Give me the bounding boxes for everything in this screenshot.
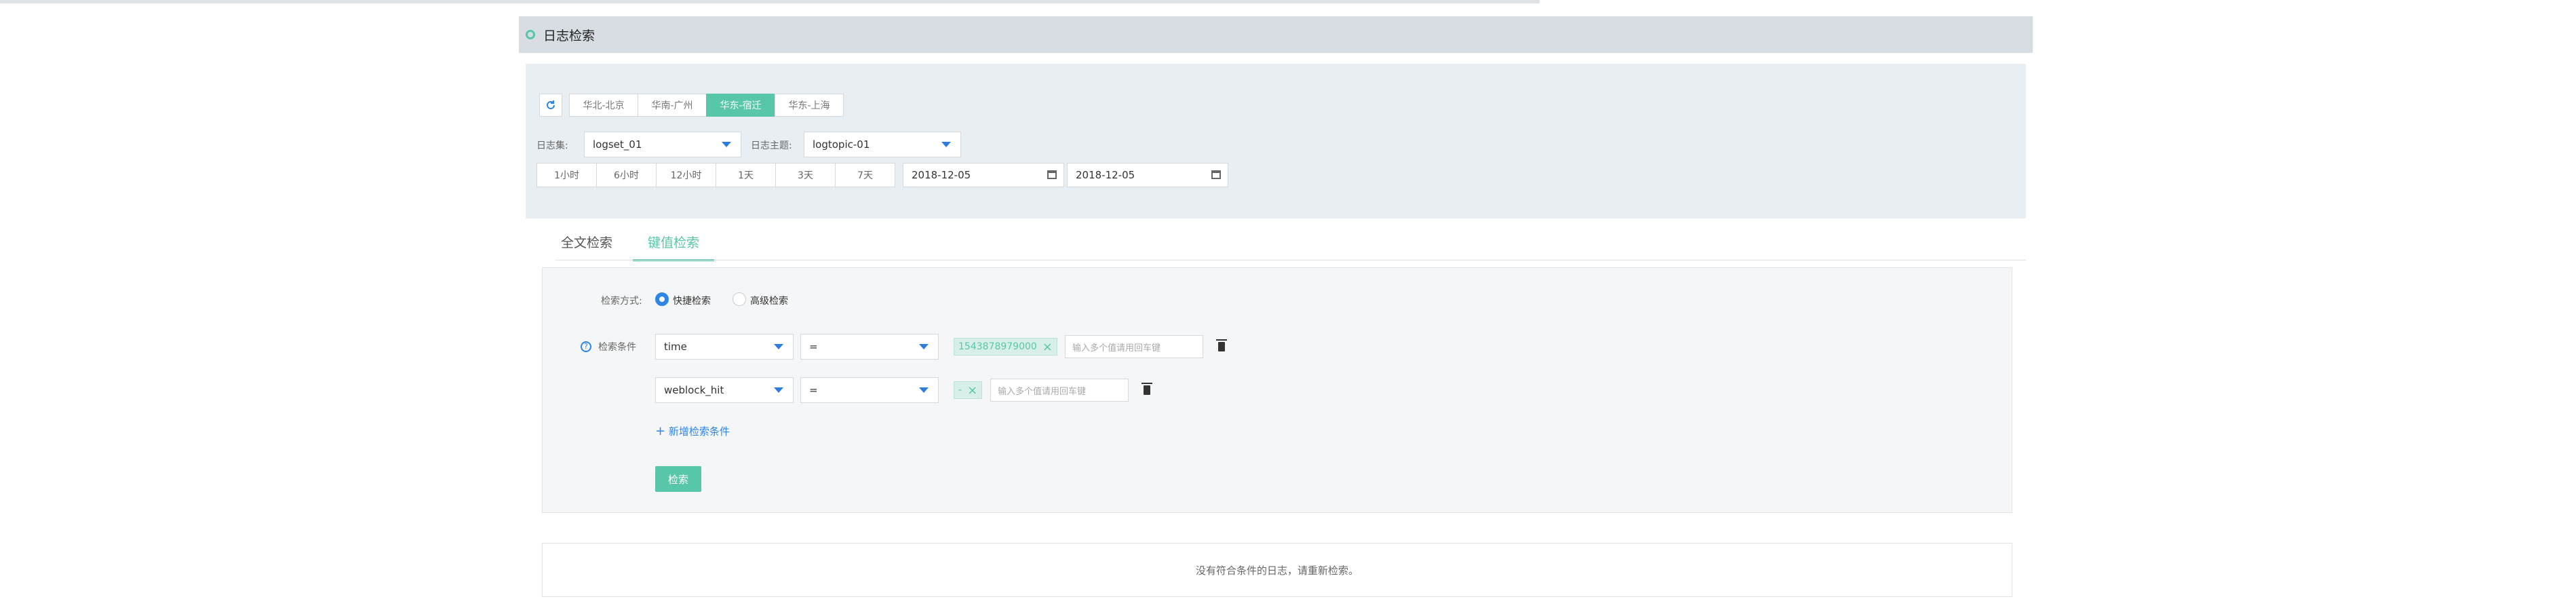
condition-2-value: - (958, 385, 962, 396)
condition-2-placeholder: 输入多个值请用回车键 (998, 386, 1087, 397)
calendar-icon (1211, 170, 1221, 179)
condition-2-operator-select[interactable]: = (800, 377, 939, 403)
title-circle-icon (526, 30, 535, 39)
help-icon[interactable]: ? (581, 341, 591, 352)
close-icon[interactable]: × (1042, 340, 1053, 354)
query-panel: 检索方式: 快捷检索 高级检索 ? 检索条件 time = 1543878979… (542, 267, 2012, 513)
condition-1-value-chip: 1543878979000 × (954, 338, 1057, 356)
delete-condition-2-icon[interactable] (1141, 383, 1152, 395)
refresh-button[interactable] (539, 94, 562, 117)
delete-condition-1-icon[interactable] (1216, 339, 1227, 351)
calendar-icon (1047, 170, 1057, 179)
region-tab-suqian[interactable]: 华东-宿迁 (706, 94, 775, 117)
start-date-field[interactable]: 2018-12-05 (903, 163, 1064, 187)
tab-fulltext-search[interactable]: 全文检索 (561, 227, 621, 259)
time-range-12h[interactable]: 12小时 (656, 163, 716, 187)
time-range-1h[interactable]: 1小时 (536, 163, 597, 187)
condition-label: 检索条件 (598, 342, 636, 353)
logset-label: 日志集: (536, 140, 568, 151)
search-button[interactable]: 检索 (655, 466, 701, 492)
condition-2-value-chip: - × (954, 381, 983, 399)
tab-keyvalue-search[interactable]: 键值检索 (633, 227, 714, 261)
condition-2-operator: = (809, 384, 818, 396)
add-condition-label: 新增检索条件 (668, 425, 730, 438)
region-tab-beijing[interactable]: 华北-北京 (569, 94, 638, 117)
logset-select[interactable]: logset_01 (584, 132, 741, 157)
region-tab-guangzhou[interactable]: 华南-广州 (638, 94, 707, 117)
logtopic-value: logtopic-01 (813, 138, 870, 151)
end-date-field[interactable]: 2018-12-05 (1067, 163, 1228, 187)
end-date-value: 2018-12-05 (1076, 169, 1135, 181)
page-title: 日志检索 (543, 28, 596, 43)
radio-quick-search[interactable] (655, 292, 669, 306)
advanced-search-label[interactable]: 高级检索 (750, 294, 788, 307)
close-icon[interactable]: × (967, 383, 977, 398)
logtopic-label: 日志主题: (751, 140, 792, 151)
quick-search-label[interactable]: 快捷检索 (673, 294, 711, 307)
top-progress-line (0, 0, 1540, 3)
condition-1-operator-select[interactable]: = (800, 334, 939, 360)
chevron-down-icon (774, 344, 783, 349)
condition-2-value-input[interactable]: 输入多个值请用回车键 (990, 379, 1129, 402)
log-search-page: 日志检索 华北-北京 华南-广州 华东-宿迁 华东-上海 日志集: logset… (519, 16, 2033, 612)
time-range-1d[interactable]: 1天 (716, 163, 776, 187)
time-range-3d[interactable]: 3天 (775, 163, 836, 187)
condition-1-field-select[interactable]: time (655, 334, 794, 360)
refresh-icon (547, 100, 555, 109)
logset-value: logset_01 (593, 138, 642, 151)
add-condition-link[interactable]: + 新增检索条件 (655, 424, 730, 438)
chevron-down-icon (919, 387, 929, 393)
page-header: 日志检索 (519, 16, 2033, 53)
condition-1-field: time (664, 341, 687, 353)
condition-2-field: weblock_hit (664, 384, 724, 396)
logtopic-select[interactable]: logtopic-01 (804, 132, 961, 157)
condition-2-field-select[interactable]: weblock_hit (655, 377, 794, 403)
condition-1-value-input[interactable]: 输入多个值请用回车键 (1065, 335, 1203, 358)
condition-1-operator: = (809, 341, 818, 353)
chevron-down-icon (919, 344, 929, 349)
condition-1-value: 1543878979000 (958, 341, 1037, 352)
chevron-down-icon (722, 142, 731, 147)
start-date-value: 2018-12-05 (912, 169, 971, 181)
search-mode-label: 检索方式: (601, 296, 642, 307)
chevron-down-icon (774, 387, 783, 393)
condition-1-placeholder: 输入多个值请用回车键 (1072, 343, 1161, 353)
plus-icon: + (655, 424, 666, 438)
time-range-6h[interactable]: 6小时 (596, 163, 657, 187)
empty-result-message: 没有符合条件的日志，请重新检索。 (542, 543, 2012, 597)
filter-panel: 华北-北京 华南-广州 华东-宿迁 华东-上海 日志集: logset_01 日… (526, 64, 2026, 218)
chevron-down-icon (941, 142, 951, 147)
region-tab-shanghai[interactable]: 华东-上海 (775, 94, 844, 117)
tab-divider (555, 260, 2026, 261)
time-range-7d[interactable]: 7天 (835, 163, 895, 187)
radio-advanced-search[interactable] (733, 292, 746, 306)
